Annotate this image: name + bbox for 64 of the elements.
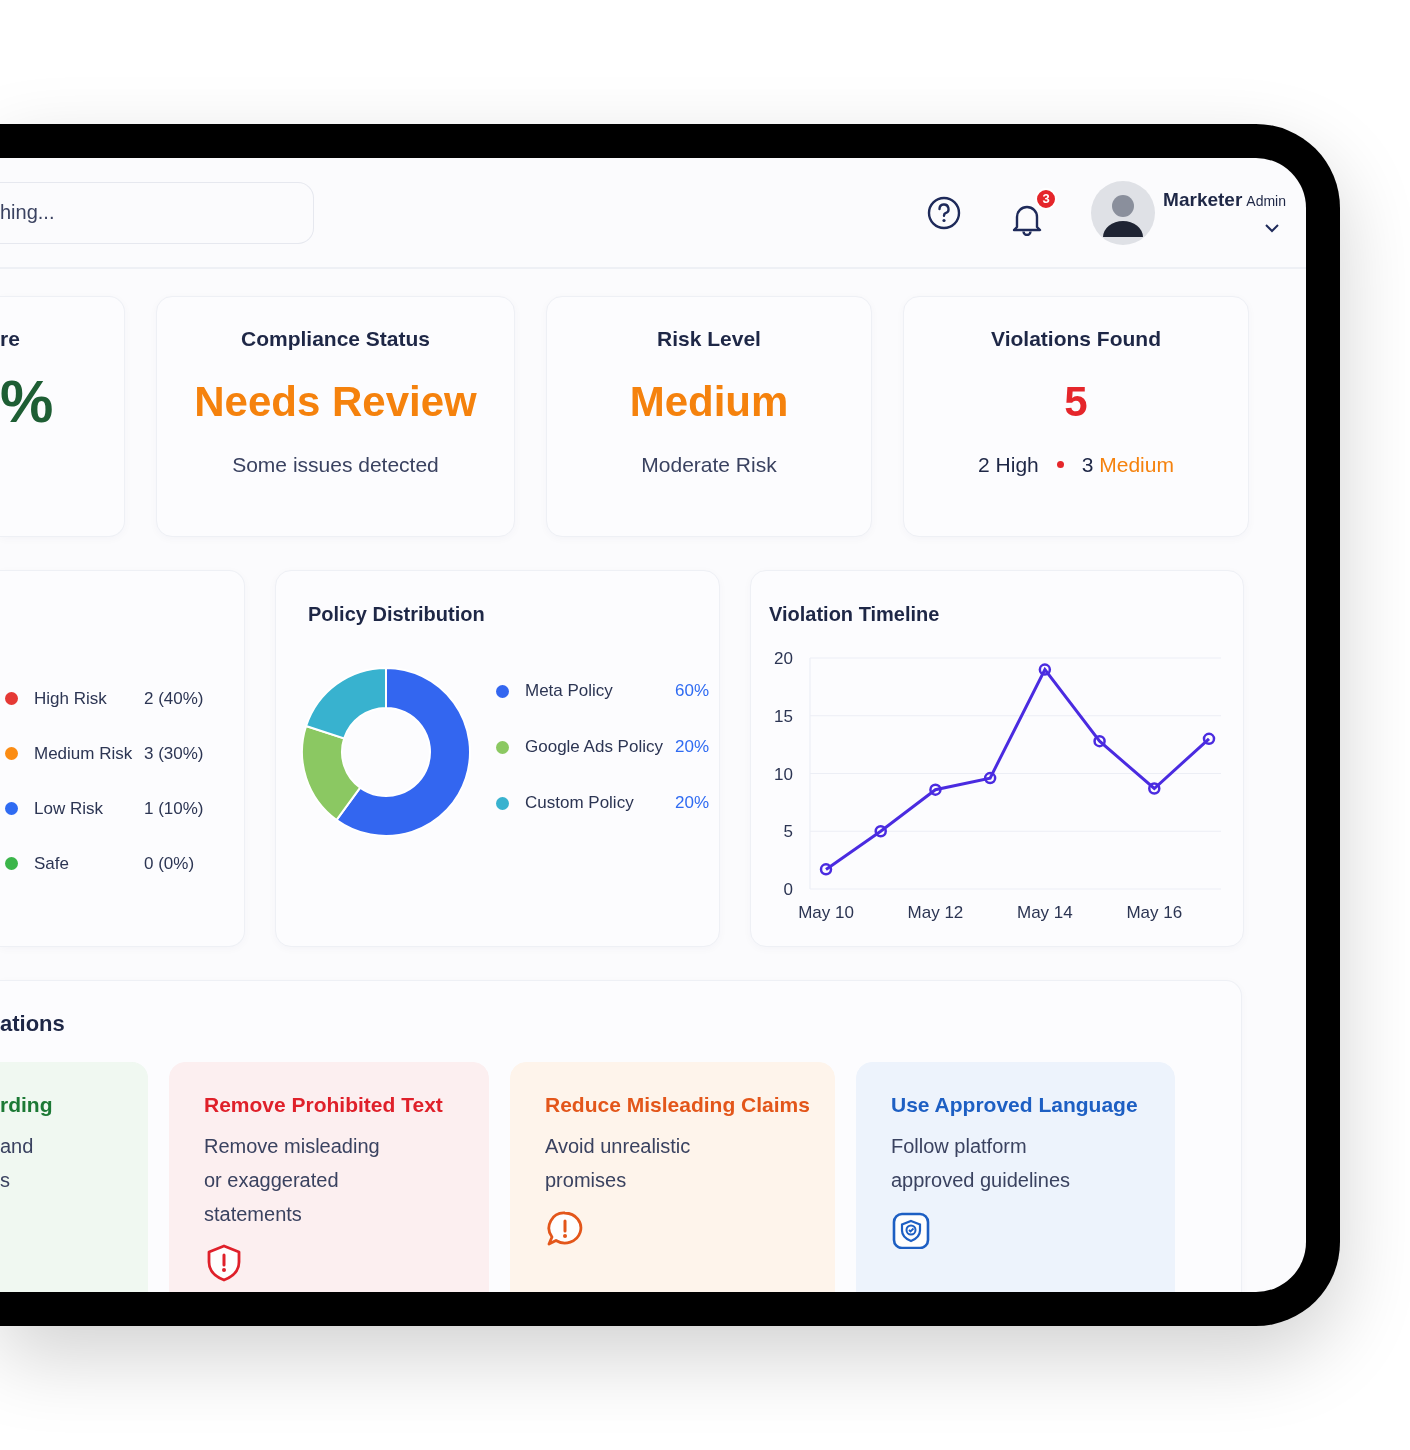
- stat-value: Medium: [629, 378, 789, 425]
- x-tick-label: May 10: [798, 903, 854, 922]
- recommendation-text: Follow platform approved guidelines: [891, 1133, 1072, 1193]
- legend-label: Google Ads Policy: [525, 736, 664, 759]
- recommendation-text: Remove misleading or exaggerated statements: [204, 1133, 381, 1227]
- stat-title: re: [0, 326, 20, 352]
- help-icon: [927, 195, 962, 230]
- x-tick-label: May 12: [907, 903, 964, 922]
- risk-value: 3 (30%): [144, 742, 204, 765]
- risk-value: 2 (40%): [144, 687, 204, 710]
- risk-value: 1 (10%): [144, 797, 204, 820]
- point: [1093, 734, 1106, 748]
- stat-title: Violations Found: [991, 326, 1161, 352]
- point: [929, 783, 942, 796]
- recommendation-text: and s: [0, 1133, 35, 1193]
- risk-value: 0 (0%): [144, 852, 195, 875]
- user-name: Marketer: [1163, 188, 1243, 213]
- x-tick-label: May 14: [1017, 903, 1073, 922]
- risk-label: High Risk: [34, 687, 108, 710]
- legend-label: Custom Policy: [525, 792, 635, 815]
- notification-count-badge: 3: [1035, 187, 1058, 210]
- help-button[interactable]: [927, 195, 962, 230]
- chart-title: Violation Timeline: [769, 602, 941, 627]
- stat-subtitle: Moderate Risk: [641, 451, 777, 478]
- point: [1148, 782, 1161, 795]
- point: [1038, 663, 1052, 676]
- recommendation-title: Use Approved Language: [891, 1092, 1139, 1118]
- separator-dot: [1056, 460, 1064, 468]
- stat-value: 5: [1064, 378, 1088, 425]
- stat-value: Needs Review: [194, 378, 477, 425]
- risk-label: Low Risk: [34, 797, 104, 820]
- legend-label: Meta Policy: [525, 680, 614, 703]
- chart-title: Policy Distribution: [308, 602, 486, 627]
- point: [1202, 732, 1216, 746]
- y-tick-label: 5: [783, 822, 793, 842]
- stat-title: Compliance Status: [240, 326, 430, 352]
- risk-label: Safe: [34, 852, 70, 875]
- avatar-silhouette-icon: [1091, 180, 1156, 245]
- legend-percent: 20%: [675, 736, 710, 759]
- breakdown-text: 2 High: [978, 451, 1039, 478]
- stat-title: Risk Level: [657, 326, 761, 352]
- stat-value: %: [0, 368, 54, 435]
- chevron-down-icon: [1264, 222, 1280, 233]
- recommendation-title: Reduce Misleading Claims: [545, 1092, 811, 1118]
- point: [874, 825, 887, 838]
- breakdown-text: 3 Medium: [1081, 451, 1174, 478]
- recommendation-title: Remove Prohibited Text: [204, 1092, 444, 1118]
- stat-subtitle: Some issues detected: [232, 451, 439, 478]
- x-tick-label: May 16: [1126, 903, 1183, 922]
- legend-percent: 60%: [675, 680, 710, 703]
- search-field[interactable]: hing...: [0, 181, 314, 244]
- recommendation-text: Avoid unrealistic promises: [545, 1133, 692, 1193]
- y-tick-label: 0: [783, 880, 793, 899]
- recommendation-title: rding: [0, 1092, 54, 1118]
- point: [819, 863, 833, 876]
- user-role: Admin: [1246, 192, 1286, 212]
- risk-label: Medium Risk: [34, 742, 134, 765]
- y-tick-label: 20: [774, 649, 793, 668]
- section-title: ations: [0, 1010, 66, 1038]
- point: [983, 771, 997, 785]
- y-tick-label: 15: [774, 706, 793, 726]
- y-tick-label: 10: [774, 764, 793, 784]
- notifications-button[interactable]: 3: [1009, 187, 1058, 238]
- legend-percent: 20%: [675, 792, 710, 815]
